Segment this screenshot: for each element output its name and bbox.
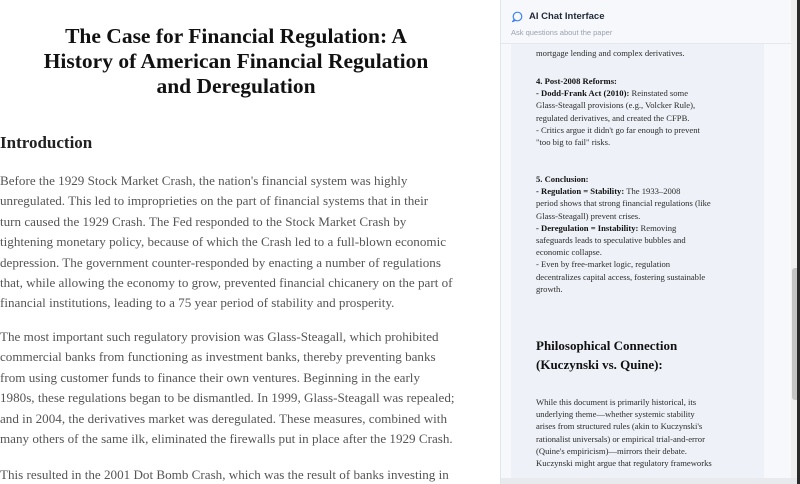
message-section-conclusion: 5. Conclusion: - Regulation = Stability:… [536,173,761,295]
message-line: - Regulation = Stability: The 1933–2008 [536,186,681,197]
message-line: growth. [536,283,563,294]
document-title-line: and Deregulation [156,74,316,98]
message-line: decentralizes capital access, fostering … [536,271,706,282]
paragraph-line: tightening monetary policy, because of w… [0,234,447,250]
chat-title: AI Chat Interface [529,11,605,22]
paragraph-1: Before the 1929 Stock Market Crash, the … [0,171,482,314]
message-line: rationalist universals) or empirical tri… [536,433,705,444]
message-line: arises from structured rules (akin to Ku… [536,421,703,432]
message-line: underlying theme—whether systemic stabil… [536,409,695,420]
message-line: - Deregulation = Instability: Removing [536,222,677,233]
message-heading-line: Philosophical Connection [536,338,678,353]
paragraph-line: depression. The government counter-respo… [0,254,441,270]
section-heading-introduction: Introduction [0,133,93,152]
document-title: The Case for Financial Regulation: A His… [0,24,472,99]
message-section-philosophy: While this document is primarily histori… [536,396,761,469]
message-line: - Dodd-Frank Act (2010): Reinstated some [536,88,689,99]
message-section-reforms: 4. Post-2008 Reforms: - Dodd-Frank Act (… [536,75,761,148]
document-title-line: History of American Financial Regulation [43,49,429,73]
message-line: safeguards leads to speculative bubbles … [536,235,686,246]
chat-bubble-icon [512,11,523,23]
message-line: "too big to fail" risks. [536,137,611,148]
message-line: (Quine's empiricism)—mirrors their debat… [536,445,687,456]
message-line: Glass-Steagall provisions (e.g., Volcker… [536,100,696,111]
message-line: mortgage lending and complex derivatives… [536,48,685,58]
paragraph-line: 1980s, these regulations began to be dis… [0,390,455,406]
message-line: Kuczynski might argue that regulatory fr… [536,458,712,469]
chat-header: AI Chat Interface Ask questions about th… [501,0,791,44]
message-section-heading: 5. Conclusion: [536,174,589,184]
paragraph-3: This resulted in the 2001 Dot Bomb Crash… [0,465,482,484]
paragraph-line: from using customer funds to finance the… [0,369,420,385]
message-line: - Even by free-market logic, regulation [536,259,671,270]
chat-panel: mortgage lending and complex derivatives… [500,0,800,484]
chat-subtitle: Ask questions about the paper [511,28,613,37]
paragraph-line: turn caused the 1929 Crash. The Fed resp… [0,213,407,229]
paragraph-2: The most important such regulatory provi… [0,327,482,449]
message-line: Glass-Steagall) prevent crises. [536,210,641,221]
message-line: - Critics argue it didn't go far enough … [536,124,700,135]
document-title-line: The Case for Financial Regulation: A [65,24,407,48]
paragraph-line: This resulted in the 2001 Dot Bomb Crash… [0,467,449,482]
message-section-heading: 4. Post-2008 Reforms: [536,76,617,86]
paragraph-line: commercial banks from functioning as inv… [0,349,436,365]
message-heading-philosophy: Philosophical Connection (Kuczynski vs. … [536,336,761,374]
paragraph-line: The most important such regulatory provi… [0,329,439,344]
paragraph-line: unregulated. This led to improprieties o… [0,193,429,209]
assistant-message: mortgage lending and complex derivatives… [511,0,764,484]
document-pane: The Case for Financial Regulation: A His… [0,0,500,484]
paragraph-line: financial institutions, leading to a 75 … [0,295,395,311]
paragraph-line: and in 2004, the derivatives market was … [0,410,447,426]
paragraph-line: many others of the same ilk, eliminated … [0,431,453,447]
message-line: period shows that strong financial regul… [536,198,711,209]
chat-bottom-edge [501,478,800,484]
message-line: While this document is primarily histori… [536,397,697,407]
paragraph-line: Before the 1929 Stock Market Crash, the … [0,173,408,188]
message-line: economic collapse. [536,247,602,258]
message-fragment: mortgage lending and complex derivatives… [536,47,761,59]
message-heading-line: (Kuczynski vs. Quine): [536,357,663,372]
paragraph-line: that, while allowing the economy to grow… [0,275,453,291]
message-line: regulated derivatives, and created the C… [536,112,690,123]
